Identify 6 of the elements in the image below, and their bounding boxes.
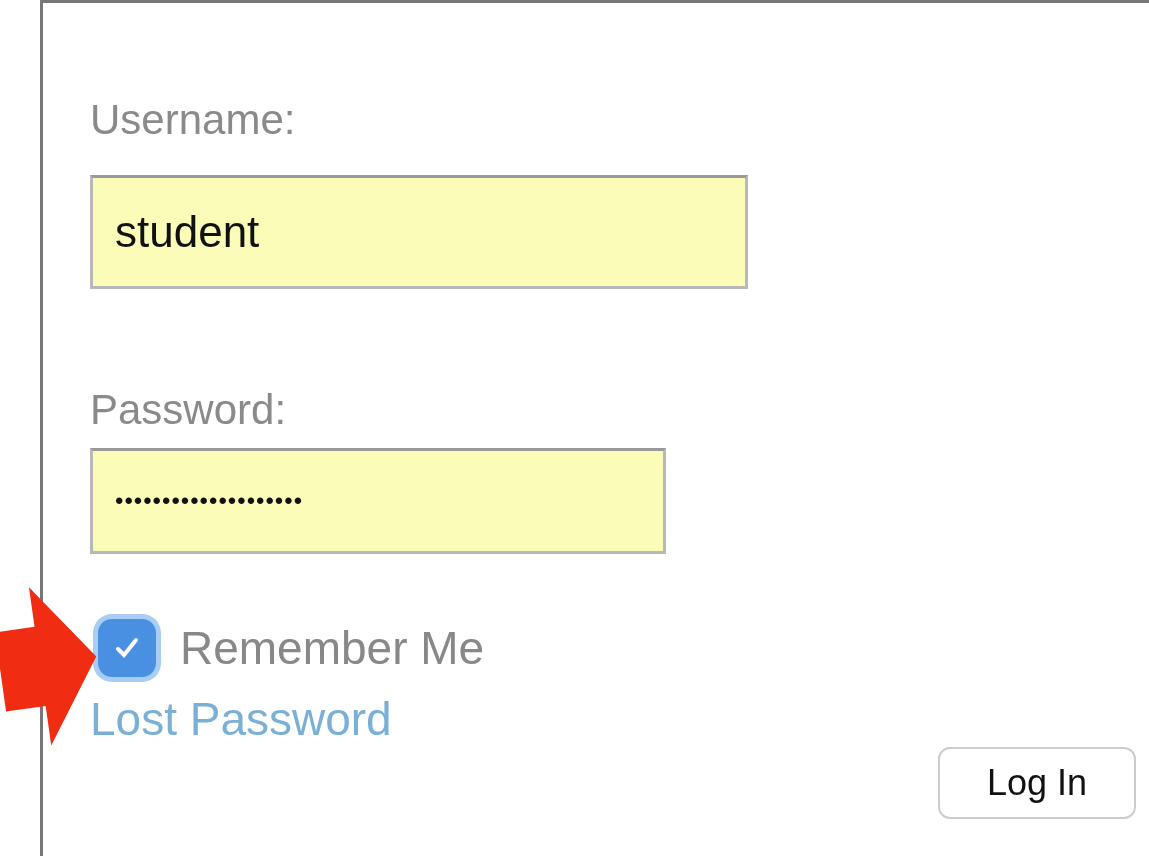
password-label: Password: [90, 385, 287, 436]
log-in-button[interactable]: Log In [938, 747, 1136, 819]
password-field[interactable]: •••••••••••••••••••• [90, 447, 666, 554]
username-field[interactable]: student [90, 175, 748, 290]
username-label: Username: [90, 95, 296, 145]
remember-label: Remember Me [180, 620, 485, 676]
